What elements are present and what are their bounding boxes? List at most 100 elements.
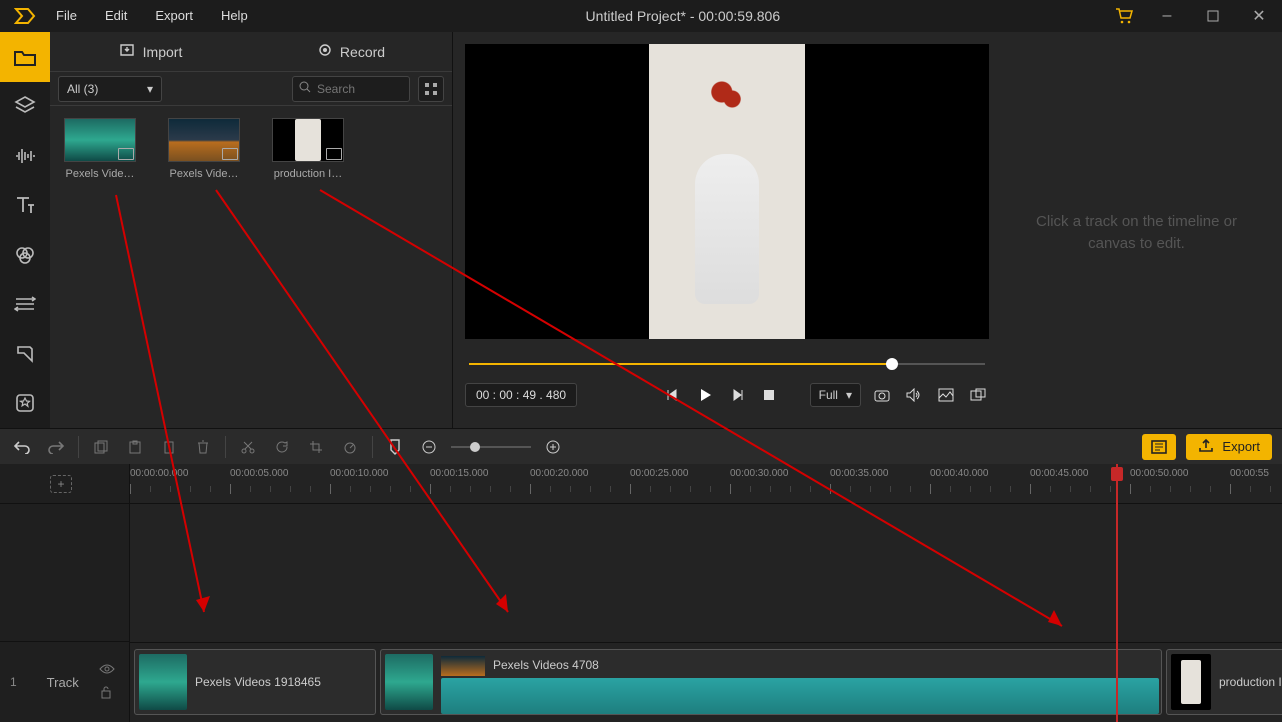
zoom-out-icon[interactable] (417, 435, 441, 459)
ruler-tick: 00:00:30.000 (730, 468, 788, 479)
search-input[interactable] (317, 82, 397, 96)
marker-icon[interactable] (383, 435, 407, 459)
zoom-in-icon[interactable] (541, 435, 565, 459)
preview-pane: 00 : 00 : 49 . 480 Full ▾ (453, 32, 1282, 428)
timeline-track-row[interactable]: Pexels Videos 1918465 Pexels Videos 4708… (130, 642, 1282, 722)
export-button[interactable]: Export (1186, 434, 1272, 460)
add-track-button[interactable]: + (50, 475, 72, 493)
media-thumbnail (168, 118, 240, 162)
rail-stickers-icon[interactable] (0, 329, 50, 379)
preview-image (649, 44, 805, 339)
crop-icon[interactable] (304, 435, 328, 459)
zoom-slider[interactable] (451, 446, 531, 448)
detach-icon[interactable] (967, 384, 989, 406)
ruler-tick: 00:00:20.000 (530, 468, 588, 479)
timeline-body[interactable]: 00:00:00.00000:00:05.00000:00:10.00000:0… (130, 464, 1282, 722)
timeline-clip[interactable]: Pexels Videos 4708 (380, 649, 1162, 715)
ruler-tick: 00:00:35.000 (830, 468, 888, 479)
cart-icon[interactable] (1104, 0, 1144, 32)
close-button[interactable]: ✕ (1236, 0, 1282, 32)
timeline-empty-area[interactable] (130, 504, 1282, 642)
rail-audio-icon[interactable] (0, 131, 50, 181)
stop-icon[interactable] (758, 384, 780, 406)
grid-view-icon[interactable] (418, 76, 444, 102)
timeline-left-empty (0, 504, 129, 642)
snapshot-icon[interactable] (871, 384, 893, 406)
ruler-tick: 00:00:45.000 (1030, 468, 1088, 479)
play-icon[interactable] (694, 384, 716, 406)
rotate-icon[interactable] (270, 435, 294, 459)
inspector-hint: Click a track on the timeline or canvas … (1003, 44, 1270, 422)
media-name: production I… (268, 168, 348, 180)
clip-waveform (441, 678, 1159, 714)
video-badge-icon (222, 148, 238, 160)
copy-icon[interactable] (89, 435, 113, 459)
export-icon (1198, 438, 1214, 455)
volume-icon[interactable] (903, 384, 925, 406)
tab-import[interactable]: Import (50, 32, 251, 71)
menu-export[interactable]: Export (141, 0, 207, 32)
window-controls: – ✕ (1104, 0, 1282, 32)
maximize-button[interactable] (1190, 0, 1236, 32)
app-logo-icon (8, 0, 42, 32)
menu-file[interactable]: File (42, 0, 91, 32)
next-frame-icon[interactable] (726, 384, 748, 406)
export-label: Export (1222, 439, 1260, 454)
main-area: Import Record All (3) ▾ Pe (0, 32, 1282, 428)
rail-text-icon[interactable] (0, 181, 50, 231)
ruler-tick: 00:00:50.000 (1130, 468, 1188, 479)
media-panel: Import Record All (3) ▾ Pe (50, 32, 453, 428)
minimize-button[interactable]: – (1144, 0, 1190, 32)
timeline-clip[interactable]: Pexels Videos 1918465 (134, 649, 376, 715)
media-search[interactable] (292, 76, 410, 102)
delete-icon[interactable] (191, 435, 215, 459)
rail-layers-icon[interactable] (0, 82, 50, 132)
aspect-icon[interactable] (935, 384, 957, 406)
chevron-down-icon: ▾ (846, 388, 852, 402)
ruler-tick: 00:00:25.000 (630, 468, 688, 479)
prev-frame-icon[interactable] (662, 384, 684, 406)
clip-label: Pexels Videos 4708 (493, 658, 599, 672)
preview-viewport[interactable] (465, 44, 989, 339)
rail-media-icon[interactable] (0, 32, 50, 82)
ruler-tick: 00:00:40.000 (930, 468, 988, 479)
tab-record-label: Record (340, 44, 385, 60)
timeline-left: + 1 Track (0, 464, 130, 722)
split-icon[interactable] (236, 435, 260, 459)
preview-size-dropdown[interactable]: Full ▾ (810, 383, 861, 407)
media-item[interactable]: Pexels Vide… (164, 118, 244, 180)
lock-icon[interactable] (99, 685, 115, 704)
zoom-thumb[interactable] (470, 442, 480, 452)
cut-clip-icon[interactable] (157, 435, 181, 459)
media-name: Pexels Vide… (60, 168, 140, 180)
seek-thumb[interactable] (886, 358, 898, 370)
tab-record[interactable]: Record (251, 32, 452, 71)
media-item[interactable]: Pexels Vide… (60, 118, 140, 180)
track-header[interactable]: 1 Track (0, 642, 129, 722)
menu-help[interactable]: Help (207, 0, 262, 32)
clip-label: production ID_4272655 (1219, 675, 1282, 689)
title-bar: File Edit Export Help Untitled Project* … (0, 0, 1282, 32)
timeline-ruler[interactable]: 00:00:00.00000:00:05.00000:00:10.00000:0… (130, 464, 1282, 504)
redo-icon[interactable] (44, 435, 68, 459)
zoom-controls (417, 435, 565, 459)
undo-icon[interactable] (10, 435, 34, 459)
clip-thumbnail (385, 654, 433, 710)
rail-favorites-icon[interactable] (0, 379, 50, 429)
speed-icon[interactable] (338, 435, 362, 459)
rail-transitions-icon[interactable] (0, 280, 50, 330)
seek-track[interactable] (469, 363, 985, 365)
paste-icon[interactable] (123, 435, 147, 459)
ruler-tick: 00:00:00.000 (130, 468, 188, 479)
media-item[interactable]: production I… (268, 118, 348, 180)
rail-filters-icon[interactable] (0, 230, 50, 280)
annotation-button[interactable] (1142, 434, 1176, 460)
visibility-icon[interactable] (99, 661, 115, 679)
playhead[interactable] (1116, 464, 1118, 722)
ruler-tick: 00:00:10.000 (330, 468, 388, 479)
seek-bar[interactable] (465, 355, 989, 373)
timeline-clip[interactable]: production ID_4272655 (1166, 649, 1282, 715)
menu-edit[interactable]: Edit (91, 0, 141, 32)
media-filter-dropdown[interactable]: All (3) ▾ (58, 76, 162, 102)
preview-left: 00 : 00 : 49 . 480 Full ▾ (465, 44, 989, 422)
